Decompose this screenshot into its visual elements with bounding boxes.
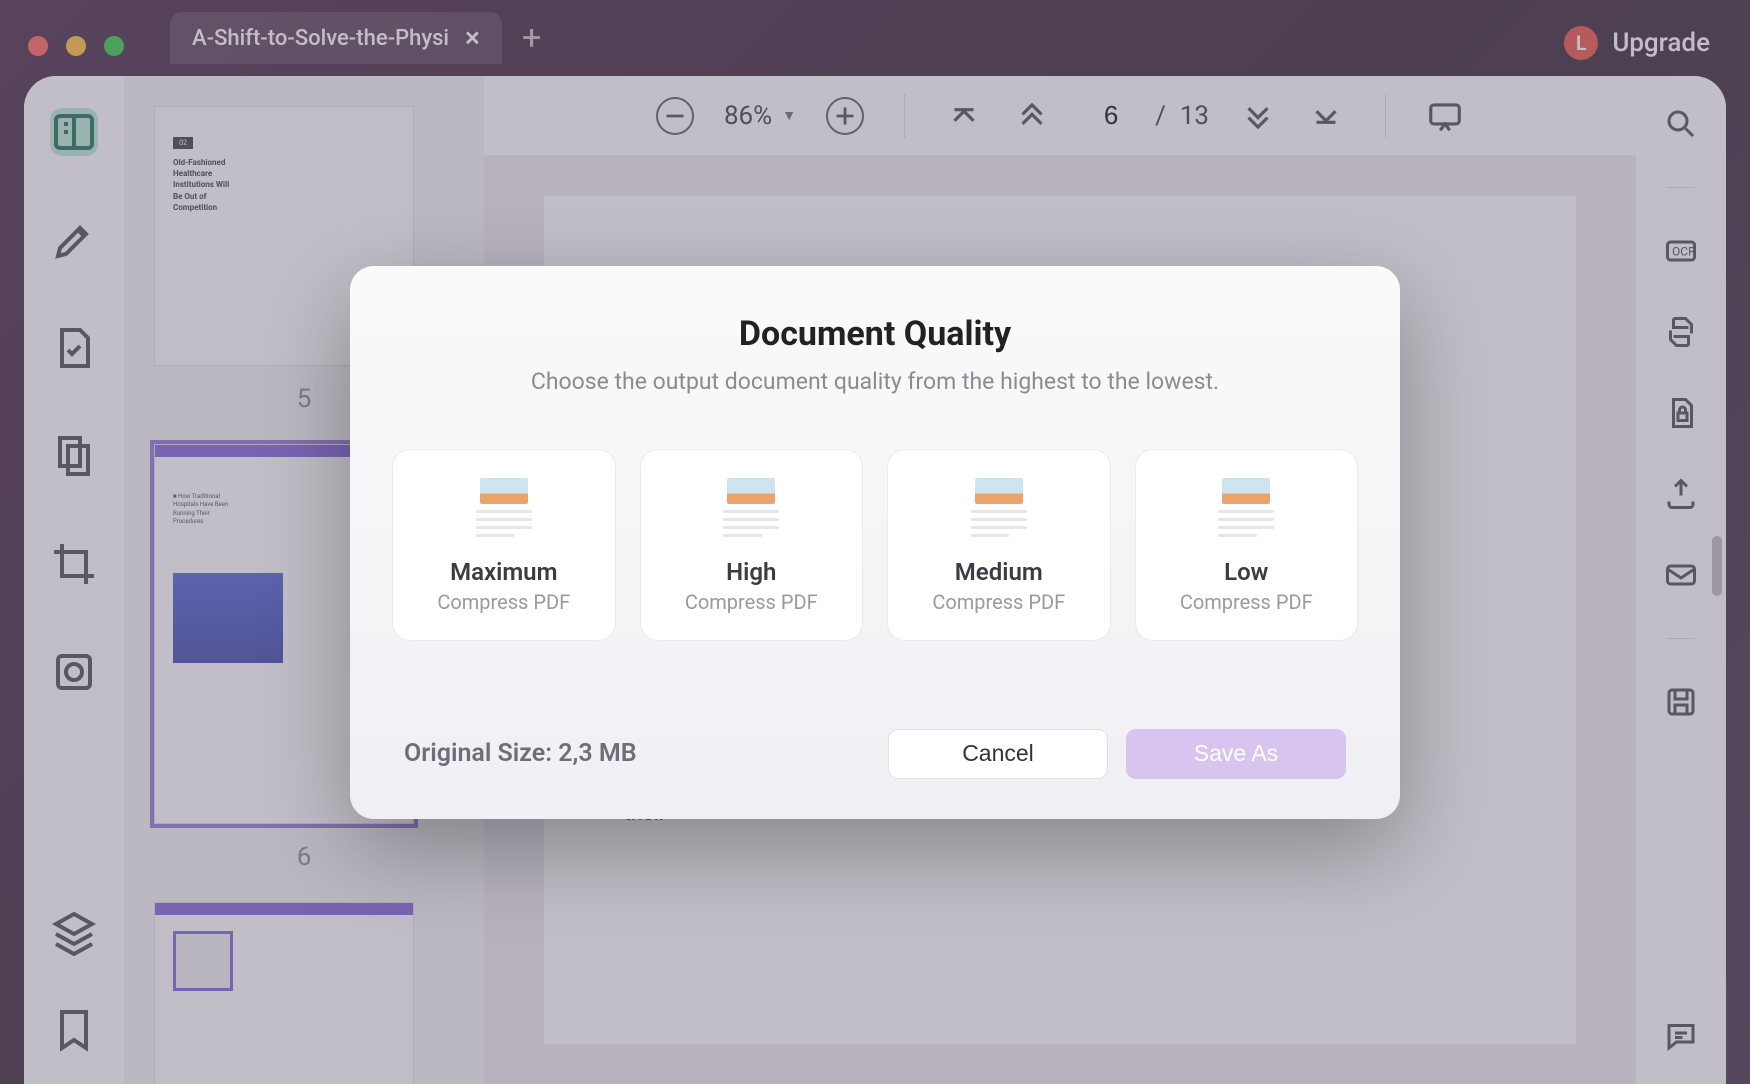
document-icon — [1214, 478, 1278, 542]
option-subtitle: Compress PDF — [403, 590, 605, 614]
document-icon — [472, 478, 536, 542]
option-subtitle: Compress PDF — [898, 590, 1100, 614]
option-subtitle: Compress PDF — [651, 590, 853, 614]
modal-overlay: Document Quality Choose the output docum… — [0, 0, 1750, 1084]
document-icon — [719, 478, 783, 542]
quality-option-medium[interactable]: Medium Compress PDF — [887, 449, 1111, 641]
option-title: Low — [1146, 558, 1348, 586]
original-size-label: Original Size: 2,3 MB — [404, 739, 637, 768]
quality-option-maximum[interactable]: Maximum Compress PDF — [392, 449, 616, 641]
option-subtitle: Compress PDF — [1146, 590, 1348, 614]
quality-option-high[interactable]: High Compress PDF — [640, 449, 864, 641]
option-title: Medium — [898, 558, 1100, 586]
save-as-button[interactable]: Save As — [1126, 729, 1346, 779]
modal-subtitle: Choose the output document quality from … — [392, 368, 1358, 395]
option-title: High — [651, 558, 853, 586]
document-quality-dialog: Document Quality Choose the output docum… — [350, 266, 1400, 819]
modal-footer: Original Size: 2,3 MB Cancel Save As — [392, 729, 1358, 779]
quality-options: Maximum Compress PDF High Compress PDF M… — [392, 449, 1358, 641]
app-root: A-Shift-to-Solve-the-Physi × + L Upgrade — [0, 0, 1750, 1084]
quality-option-low[interactable]: Low Compress PDF — [1135, 449, 1359, 641]
document-icon — [967, 478, 1031, 542]
cancel-button[interactable]: Cancel — [888, 729, 1108, 779]
option-title: Maximum — [403, 558, 605, 586]
modal-title: Document Quality — [392, 314, 1358, 354]
